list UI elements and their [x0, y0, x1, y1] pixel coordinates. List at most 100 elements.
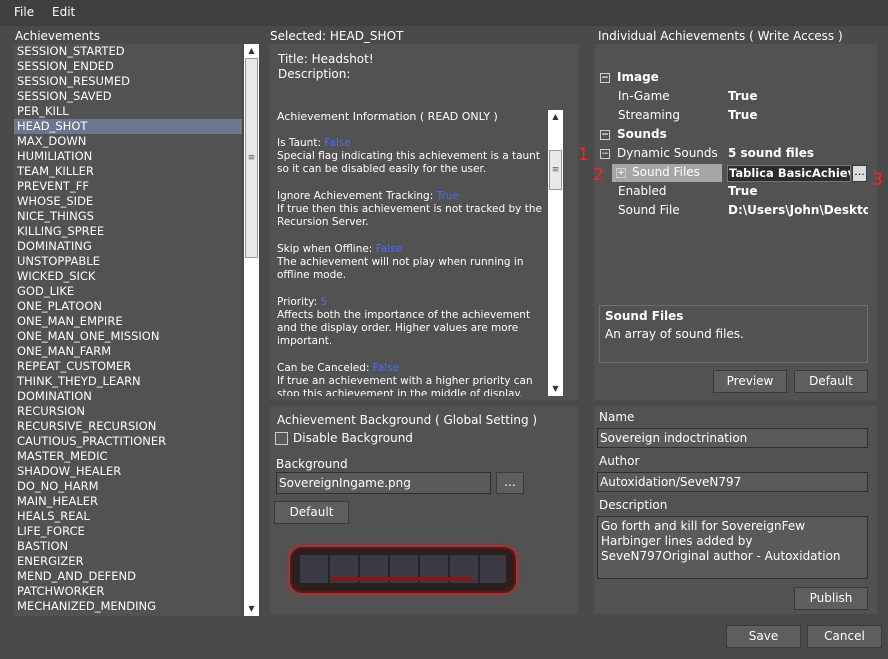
list-item[interactable]: KILLING_SPREE — [14, 224, 242, 239]
list-item[interactable]: REPEAT_CUSTOMER — [14, 359, 242, 374]
info-entry-desc: and the display order. Higher values are… — [277, 322, 519, 334]
name-label: Name — [599, 410, 635, 424]
annotation-1: 1 — [578, 145, 589, 165]
background-default-button[interactable]: Default — [274, 501, 349, 524]
achievements-list[interactable]: SESSION_STARTED SESSION_ENDED SESSION_RESU… — [14, 44, 242, 616]
info-entries: Is Taunt: False Special flag indicating t… — [277, 137, 543, 396]
preview-button[interactable]: Preview — [713, 370, 787, 393]
prop-sound-files[interactable]: + Sound Files — [616, 163, 700, 182]
info-entry-value: False — [372, 362, 400, 374]
cancel-button[interactable]: Cancel — [807, 625, 882, 648]
prop-streaming-label: Streaming — [618, 108, 680, 122]
sound-files-browse-button[interactable]: ... — [852, 165, 867, 182]
info-entry-value: False — [375, 243, 403, 255]
info-entry-line: Ignore Achievement Tracking: True — [277, 190, 543, 203]
list-item[interactable]: HEALS_REAL — [14, 509, 242, 524]
achievements-scrollbar[interactable]: ▲ ≡ ▼ — [244, 44, 259, 616]
selected-description: Description: — [278, 67, 351, 81]
disable-background-checkbox[interactable] — [275, 432, 288, 445]
scroll-up-icon[interactable]: ▲ — [548, 110, 563, 124]
list-item[interactable]: HEAD_SHOT — [14, 119, 242, 134]
info-entry-desc: If true then this achievement is not tra… — [277, 203, 542, 215]
list-item[interactable]: DOMINATION — [14, 389, 242, 404]
list-item[interactable]: ENERGIZER — [14, 554, 242, 569]
list-item[interactable]: MAX_DOWN — [14, 134, 242, 149]
prop-dynamic-sounds[interactable]: − Dynamic Sounds — [600, 144, 718, 163]
individual-default-button[interactable]: Default — [794, 370, 868, 393]
property-help-box: Sound Files An array of sound files. — [599, 305, 868, 363]
publish-button[interactable]: Publish — [794, 587, 868, 610]
collapse-icon[interactable]: − — [600, 129, 610, 140]
menu-file[interactable]: File — [14, 5, 34, 19]
list-item[interactable]: BASTION — [14, 539, 242, 554]
list-item[interactable]: ONE_MAN_FARM — [14, 344, 242, 359]
category-sounds[interactable]: − Sounds — [600, 125, 667, 144]
list-item[interactable]: SHADOW_HEALER — [14, 464, 242, 479]
prop-sound-file-value[interactable]: D:\Users\John\Desktop\S — [728, 201, 868, 220]
prop-streaming-value[interactable]: True — [728, 106, 757, 125]
list-item[interactable]: UNSTOPPABLE — [14, 254, 242, 269]
menu-edit[interactable]: Edit — [52, 5, 75, 19]
list-item[interactable]: DOMINATING — [14, 239, 242, 254]
list-item[interactable]: GOD_LIKE — [14, 284, 242, 299]
category-image[interactable]: − Image — [600, 68, 659, 87]
prop-ingame-label: In-Game — [618, 89, 670, 103]
list-item[interactable]: SESSION_SAVED — [14, 89, 242, 104]
list-item[interactable]: DO_NO_HARM — [14, 479, 242, 494]
individual-header: Individual Achievements ( Write Access ) — [598, 29, 843, 43]
sound-files-input[interactable]: Tablica BasicAchievem — [727, 165, 851, 182]
collapse-icon[interactable]: − — [600, 148, 610, 159]
info-entry-desc: The achievement will not play when runni… — [277, 256, 524, 268]
annotation-3: 3 — [872, 170, 883, 190]
achievements-scroll-thumb[interactable]: ≡ — [245, 58, 258, 258]
list-item[interactable]: THINK_THEYD_LEARN — [14, 374, 242, 389]
background-field[interactable]: SovereignIngame.png — [276, 472, 491, 494]
info-entry: Priority: 5 Affects both the importance o… — [277, 296, 543, 348]
list-item[interactable]: ONE_MAN_EMPIRE — [14, 314, 242, 329]
list-item[interactable]: PATCHWORKER — [14, 584, 242, 599]
info-entry-desc: Affects both the importance of the achie… — [277, 309, 531, 321]
list-item[interactable]: RECURSION — [14, 404, 242, 419]
info-entry-desc: important. — [277, 335, 333, 347]
list-item[interactable]: PREVENT_FF — [14, 179, 242, 194]
list-item[interactable]: LIFE_FORCE — [14, 524, 242, 539]
expand-icon[interactable]: + — [616, 167, 626, 178]
scroll-down-icon[interactable]: ▼ — [548, 382, 563, 396]
list-item[interactable]: NICE_THINGS — [14, 209, 242, 224]
prop-enabled-label: Enabled — [618, 184, 667, 198]
list-item[interactable]: CAUTIOUS_PRACTITIONER — [14, 434, 242, 449]
list-item[interactable]: WICKED_SICK — [14, 269, 242, 284]
scroll-down-icon[interactable]: ▼ — [244, 602, 259, 616]
collapse-icon[interactable]: − — [600, 72, 610, 83]
info-entry-value: 5 — [320, 296, 328, 308]
info-scrollbar[interactable]: ▲ ≡ ▼ — [548, 110, 563, 396]
info-entry-value: False — [324, 137, 351, 149]
name-field[interactable]: Sovereign indoctrination — [597, 428, 868, 448]
list-item[interactable]: MECHANIZED_MENDING — [14, 599, 242, 614]
list-item[interactable]: TEAM_KILLER — [14, 164, 242, 179]
list-item[interactable]: ONE_PLATOON — [14, 299, 242, 314]
list-item[interactable]: PER_KILL — [14, 104, 242, 119]
list-item[interactable]: MEND_AND_DEFEND — [14, 569, 242, 584]
list-item[interactable]: RECURSIVE_RECURSION — [14, 419, 242, 434]
description-field[interactable]: Go forth and kill for SovereignFew Harbi… — [597, 516, 868, 579]
scroll-up-icon[interactable]: ▲ — [244, 44, 259, 58]
prop-dynamic-sounds-value: 5 sound files — [728, 146, 815, 160]
list-item[interactable]: SESSION_ENDED — [14, 59, 242, 74]
prop-ingame-value[interactable]: True — [728, 87, 757, 106]
author-field[interactable]: Autoxidation/SeveN797 — [597, 472, 868, 492]
list-item[interactable]: SESSION_STARTED — [14, 44, 242, 59]
list-item[interactable]: HUMILIATION — [14, 149, 242, 164]
prop-sound-file-label: Sound File — [618, 203, 680, 217]
list-item[interactable]: ONE_MAN_ONE_MISSION — [14, 329, 242, 344]
info-scroll-thumb[interactable]: ≡ — [549, 150, 562, 190]
list-item[interactable]: MASTER_MEDIC — [14, 449, 242, 464]
info-entry-value: True — [436, 190, 459, 202]
save-button[interactable]: Save — [726, 625, 801, 648]
description-label: Description — [599, 498, 668, 512]
list-item[interactable]: WHOSE_SIDE — [14, 194, 242, 209]
list-item[interactable]: SESSION_RESUMED — [14, 74, 242, 89]
list-item[interactable]: MAIN_HEALER — [14, 494, 242, 509]
background-browse-button[interactable]: ... — [496, 472, 524, 494]
prop-enabled-value[interactable]: True — [728, 182, 757, 201]
